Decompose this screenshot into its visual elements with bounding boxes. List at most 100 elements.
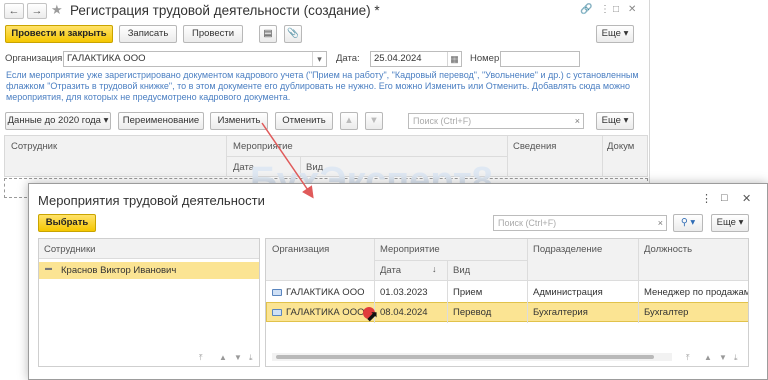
number-label: Номер: xyxy=(470,53,502,64)
move-up-icon[interactable]: ▲ xyxy=(340,112,358,130)
main-search-placeholder: Поиск (Ctrl+F) xyxy=(413,116,472,126)
cancel-button[interactable]: Отменить xyxy=(275,112,333,130)
document-icon xyxy=(272,309,282,316)
move-down-icon[interactable]: ▼ xyxy=(365,112,383,130)
scroll-up-icon[interactable]: ▲ xyxy=(219,353,227,362)
search-icon[interactable]: ⚲ ▾ xyxy=(673,214,703,232)
row2-org[interactable]: ГАЛАКТИКА ООО xyxy=(286,307,364,318)
maximize-icon[interactable]: □ xyxy=(721,192,728,204)
scroll-top-icon[interactable]: ⤒ xyxy=(686,353,690,363)
date-value: 25.04.2024 xyxy=(374,53,422,64)
col-kind[interactable]: Вид xyxy=(453,265,470,276)
clear-icon[interactable]: × xyxy=(575,114,580,128)
employee-icon: ▬ xyxy=(45,265,52,272)
calendar-icon[interactable]: ▦ xyxy=(447,52,461,66)
scroll-down-icon[interactable]: ▼ xyxy=(719,353,727,362)
sort-desc-icon[interactable]: ↓ xyxy=(432,264,437,274)
row2-department[interactable]: Бухгалтерия xyxy=(533,307,588,318)
menu-dots-icon[interactable]: ⋮ xyxy=(600,4,610,15)
org-label: Организация: xyxy=(5,53,65,64)
row2-kind[interactable]: Перевод xyxy=(453,307,491,318)
maximize-icon[interactable]: □ xyxy=(613,4,619,15)
date-label: Дата: xyxy=(336,53,360,64)
title-bar: ← → ★ Регистрация трудовой деятельности … xyxy=(0,0,650,22)
dialog-search-placeholder: Поиск (Ctrl+F) xyxy=(498,218,557,228)
dialog-title: Мероприятия трудовой деятельности xyxy=(38,193,265,208)
number-field[interactable] xyxy=(500,51,580,67)
more-button[interactable]: Еще ▾ xyxy=(596,25,634,43)
row1-position[interactable]: Менеджер по продажам xyxy=(644,287,748,298)
favorite-star-icon[interactable]: ★ xyxy=(51,2,63,18)
col-event[interactable]: Мероприятие xyxy=(233,141,293,152)
row1-kind[interactable]: Прием xyxy=(453,287,482,298)
hint-text: Если мероприятие уже зарегистрировано до… xyxy=(6,70,639,102)
post-and-close-button[interactable]: Провести и закрыть xyxy=(5,25,113,43)
divider xyxy=(527,239,528,281)
org-field[interactable]: ГАЛАКТИКА ООО ▾ xyxy=(63,51,327,67)
table-more-label: Еще xyxy=(601,115,621,126)
forward-arrow-icon[interactable]: → xyxy=(27,3,47,19)
dialog-search-input[interactable]: Поиск (Ctrl+F) × xyxy=(493,215,667,231)
col-employee[interactable]: Сотрудник xyxy=(11,141,57,152)
window-title: Регистрация трудовой деятельности (созда… xyxy=(70,3,380,18)
post-button[interactable]: Провести xyxy=(183,25,243,43)
org-value: ГАЛАКТИКА ООО xyxy=(67,53,146,64)
employees-header-label: Сотрудники xyxy=(44,244,96,255)
change-button[interactable]: Изменить xyxy=(210,112,268,130)
select-button[interactable]: Выбрать xyxy=(38,214,96,232)
row1-date[interactable]: 01.03.2023 xyxy=(380,287,428,298)
main-search-input[interactable]: Поиск (Ctrl+F) × xyxy=(408,113,584,129)
close-icon[interactable]: ✕ xyxy=(742,192,751,205)
menu-dots-icon[interactable]: ⋮ xyxy=(701,192,712,205)
divider xyxy=(447,281,448,323)
report-icon[interactable]: ▤ xyxy=(259,25,277,43)
scroll-up-icon[interactable]: ▲ xyxy=(704,353,712,362)
col-position[interactable]: Должность xyxy=(644,244,692,255)
row1-department[interactable]: Администрация xyxy=(533,287,603,298)
divider xyxy=(602,136,603,177)
divider xyxy=(507,136,508,177)
attachment-icon[interactable]: 📎 xyxy=(284,25,302,43)
employees-header: Сотрудники xyxy=(39,239,259,259)
scroll-down-icon[interactable]: ▼ xyxy=(234,353,242,362)
table-more-button[interactable]: Еще ▾ xyxy=(596,112,634,130)
data-before-2020-button[interactable]: Данные до 2020 года ▾ xyxy=(5,112,111,130)
events-header: Организация Мероприятие Дата ↓ Вид Подра… xyxy=(266,239,748,281)
col-document[interactable]: Докум xyxy=(607,141,634,152)
col-org[interactable]: Организация xyxy=(272,244,329,255)
back-arrow-icon[interactable]: ← xyxy=(4,3,24,19)
row1-org[interactable]: ГАЛАКТИКА ООО xyxy=(286,287,364,298)
date-field[interactable]: 25.04.2024 ▦ xyxy=(370,51,462,67)
dropdown-icon[interactable]: ▾ xyxy=(312,52,326,66)
events-panel: Организация Мероприятие Дата ↓ Вид Подра… xyxy=(265,238,749,367)
col-department[interactable]: Подразделение xyxy=(533,244,602,255)
scroll-top-icon[interactable]: ⤒ xyxy=(199,353,203,363)
document-icon xyxy=(272,289,282,296)
mouse-cursor-icon: ⬈ xyxy=(366,308,379,325)
rename-button[interactable]: Переименование xyxy=(118,112,204,130)
divider xyxy=(638,281,639,323)
dialog-more-label: Еще xyxy=(716,217,736,228)
dialog-more-button[interactable]: Еще ▾ xyxy=(711,214,749,232)
more-label: Еще xyxy=(601,28,621,39)
row2-date[interactable]: 08.04.2024 xyxy=(380,307,428,318)
divider xyxy=(447,260,448,281)
divider xyxy=(527,281,528,323)
scrollbar-thumb[interactable] xyxy=(276,355,654,359)
link-icon[interactable]: 🔗 xyxy=(580,4,592,15)
save-button[interactable]: Записать xyxy=(119,25,177,43)
horizontal-scrollbar[interactable] xyxy=(272,353,672,361)
scroll-bottom-icon[interactable]: ⤓ xyxy=(249,353,253,363)
col-date[interactable]: Дата xyxy=(380,265,401,276)
employees-panel: Сотрудники ▬ Краснов Виктор Иванович ⤒ ▲… xyxy=(38,238,260,367)
clear-icon[interactable]: × xyxy=(658,216,663,230)
scroll-bottom-icon[interactable]: ⤓ xyxy=(734,353,738,363)
employee-name[interactable]: Краснов Виктор Иванович xyxy=(61,265,176,276)
close-icon[interactable]: ✕ xyxy=(628,4,636,15)
data-before-2020-label: Данные до 2020 года xyxy=(7,115,101,126)
divider xyxy=(374,260,527,261)
col-event[interactable]: Мероприятие xyxy=(380,244,440,255)
divider xyxy=(226,156,507,157)
col-info[interactable]: Сведения xyxy=(513,141,556,152)
row2-position[interactable]: Бухгалтер xyxy=(644,307,688,318)
